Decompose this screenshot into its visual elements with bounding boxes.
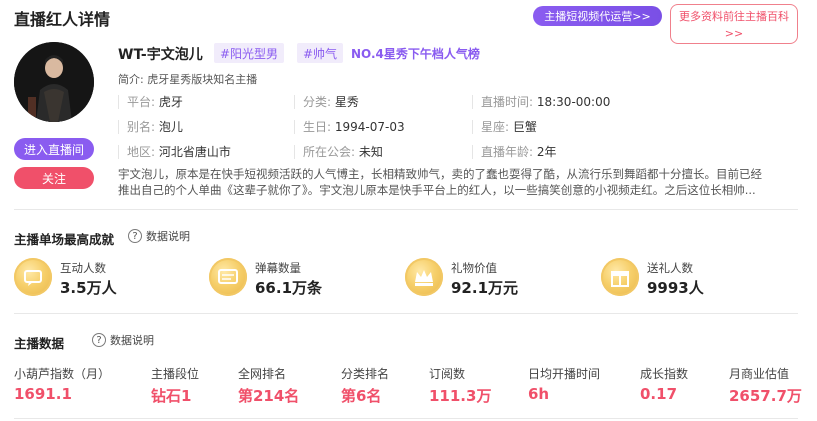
follow-button[interactable]: 关注 bbox=[14, 167, 94, 189]
streamer-description: 宇文泡儿，原本是在快手短视频活跃的人气博主，长相精致帅气，卖的了蠢也耍得了酷，从… bbox=[118, 166, 798, 198]
achievement-label: 礼物价值 bbox=[451, 261, 497, 275]
gift-crown-coin-icon bbox=[405, 258, 443, 296]
streamer-name: WT-宇文泡儿 bbox=[118, 47, 203, 63]
achievement-gift-value: 礼物价值 92.1万元 bbox=[405, 258, 585, 298]
achievement-value: 9993人 bbox=[647, 279, 704, 297]
stat-daily-live-hours: 日均开播时间 6h bbox=[528, 367, 601, 403]
tag-sunny[interactable]: #阳光型男 bbox=[214, 43, 285, 63]
info-live-time: 直播时间: 18:30-00:00 bbox=[472, 95, 610, 109]
stat-overall-rank: 全网排名 第214名 bbox=[238, 367, 300, 405]
achievements-title: 主播单场最高成就 bbox=[14, 232, 115, 247]
streamer-intro: 简介: 虎牙星秀版块知名主播 bbox=[118, 73, 258, 86]
info-platform: 平台: 虎牙 bbox=[118, 95, 183, 109]
page-title: 直播红人详情 bbox=[14, 10, 111, 29]
achievement-value: 3.5万人 bbox=[60, 279, 117, 297]
achievement-label: 弹幕数量 bbox=[255, 261, 301, 275]
enter-live-room-button[interactable]: 进入直播间 bbox=[14, 138, 94, 160]
more-info-wiki-button[interactable]: 更多资料前往主播百科 >> bbox=[670, 4, 798, 44]
stats-help-label: 数据说明 bbox=[110, 334, 154, 347]
info-alias: 别名: 泡儿 bbox=[118, 120, 183, 134]
danmaku-coin-icon bbox=[209, 258, 247, 296]
achievements-help[interactable]: ? 数据说明 bbox=[128, 228, 190, 244]
achievement-value: 66.1万条 bbox=[255, 279, 323, 297]
achievement-danmaku: 弹幕数量 66.1万条 bbox=[209, 258, 389, 298]
stats-title: 主播数据 bbox=[14, 336, 65, 351]
avatar bbox=[14, 42, 94, 122]
more-info-label: 更多资料前往主播百科 bbox=[679, 10, 789, 23]
stat-rank-tier: 主播段位 钻石1 bbox=[151, 367, 200, 405]
question-icon: ? bbox=[92, 333, 106, 347]
interaction-coin-icon bbox=[14, 258, 52, 296]
achievement-value: 92.1万元 bbox=[451, 279, 519, 297]
divider bbox=[14, 313, 798, 314]
stat-subscribers: 订阅数 111.3万 bbox=[429, 367, 492, 405]
info-birthday: 生日: 1994-07-03 bbox=[294, 120, 405, 134]
info-guild: 所在公会: 未知 bbox=[294, 145, 383, 159]
achievements-help-label: 数据说明 bbox=[146, 230, 190, 243]
achievement-label: 送礼人数 bbox=[647, 261, 693, 275]
description-line-1: 宇文泡儿，原本是在快手短视频活跃的人气博主，长相精致帅气，卖的了蠢也耍得了酷，从… bbox=[118, 167, 762, 181]
achievement-label: 互动人数 bbox=[60, 261, 106, 275]
stats-help[interactable]: ? 数据说明 bbox=[92, 332, 154, 348]
description-line-2: 推出自己的个人单曲《这辈子就你了》。宇文泡儿原本是快手平台上的红人，以一些搞笑创… bbox=[118, 183, 756, 197]
tag-handsome[interactable]: #帅气 bbox=[297, 43, 344, 63]
info-category: 分类: 星秀 bbox=[294, 95, 359, 109]
divider bbox=[14, 418, 798, 419]
gift-giver-coin-icon bbox=[601, 258, 639, 296]
popularity-rank[interactable]: NO.4星秀下午档人气榜 bbox=[351, 45, 480, 62]
stat-category-rank: 分类排名 第6名 bbox=[341, 367, 390, 405]
stat-xiaohulu-index: 小葫芦指数（月） 1691.1 bbox=[14, 367, 111, 403]
question-icon: ? bbox=[128, 229, 142, 243]
achievement-interaction: 互动人数 3.5万人 bbox=[14, 258, 194, 298]
info-zodiac: 星座: 巨蟹 bbox=[472, 120, 537, 134]
streamer-photo bbox=[14, 42, 94, 122]
divider bbox=[14, 209, 798, 210]
achievement-gift-givers: 送礼人数 9993人 bbox=[601, 258, 781, 298]
stat-growth-index: 成长指数 0.17 bbox=[640, 367, 689, 403]
short-video-promo-button[interactable]: 主播短视频代运营>> bbox=[533, 6, 662, 26]
info-region: 地区: 河北省唐山市 bbox=[118, 145, 231, 159]
more-info-arrow: >> bbox=[724, 27, 744, 40]
stat-monthly-valuation: 月商业估值 2657.7万 bbox=[729, 367, 802, 405]
info-stream-age: 直播年龄: 2年 bbox=[472, 145, 557, 159]
